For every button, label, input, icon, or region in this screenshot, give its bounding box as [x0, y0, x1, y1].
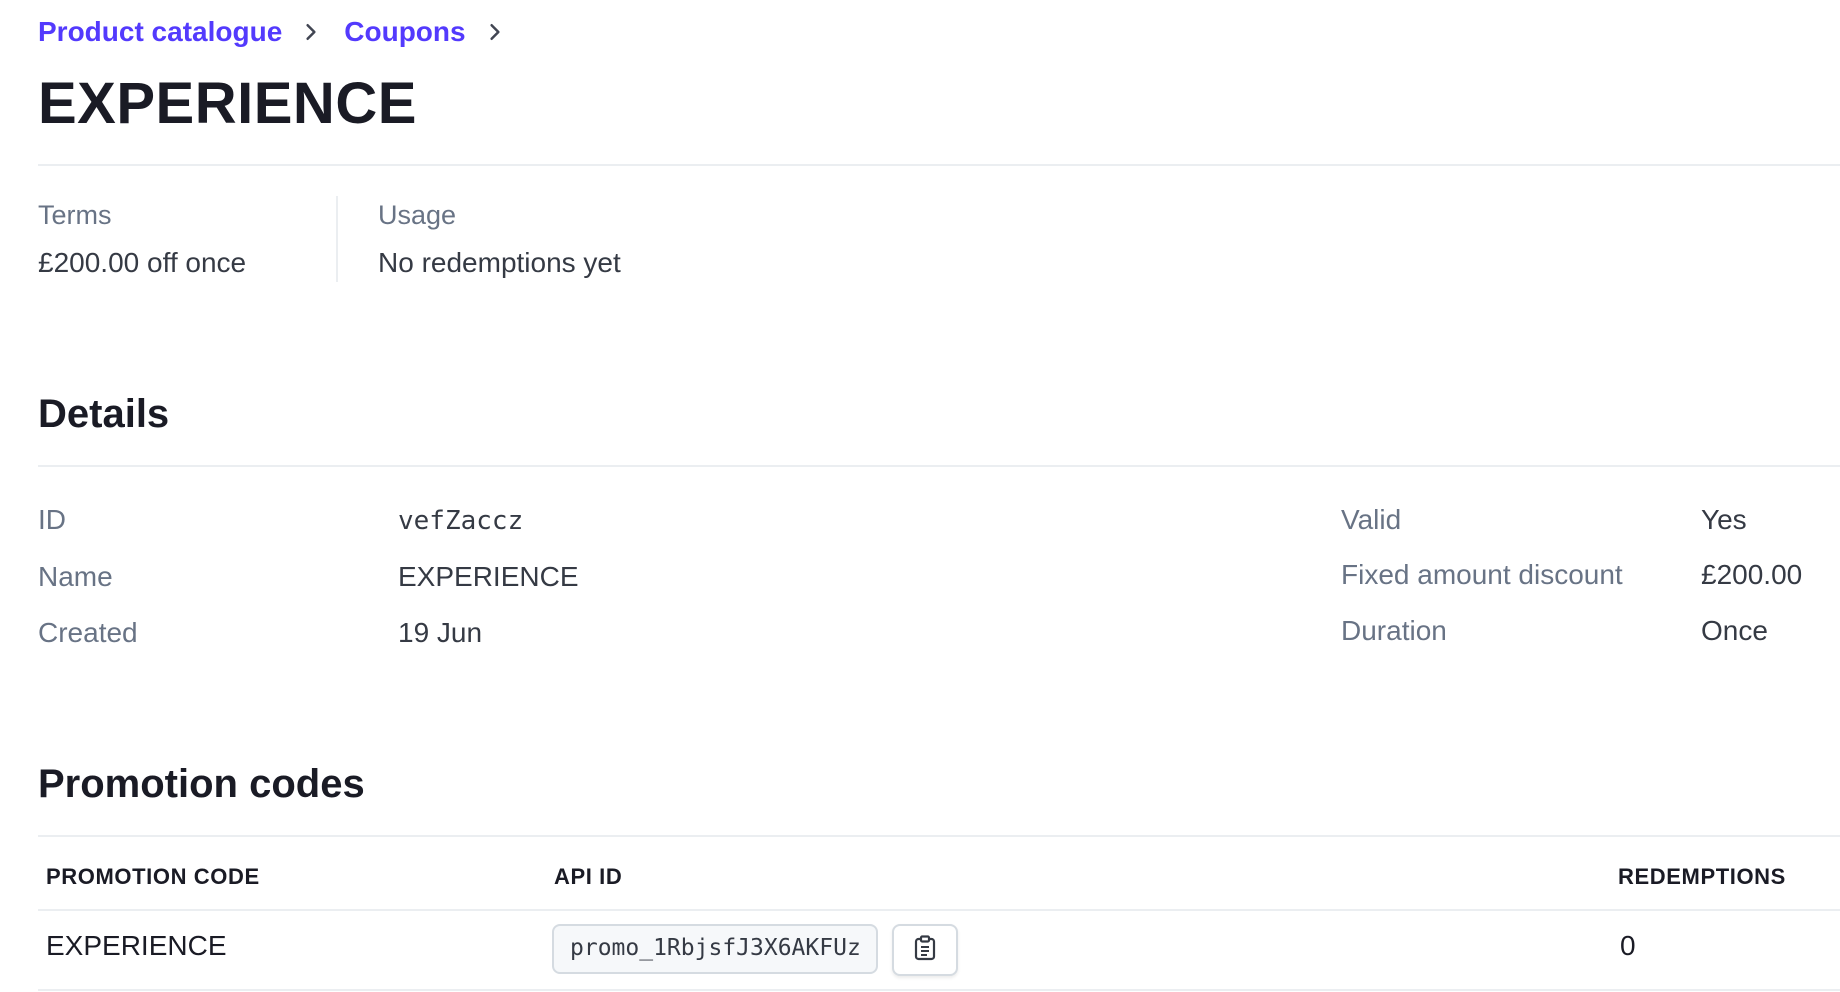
- detail-name-label: Name: [38, 561, 113, 592]
- api-id-field[interactable]: promo_1RbjsfJ3X6AKFUz: [552, 924, 878, 974]
- promotion-code-cell[interactable]: EXPERIENCE: [46, 930, 227, 962]
- detail-fixed-amount-label: Fixed amount discount: [1341, 559, 1623, 590]
- table-header-divider: [38, 909, 1840, 911]
- chevron-right-icon: [302, 23, 320, 41]
- table-row-divider: [38, 989, 1840, 991]
- promotion-codes-divider: [38, 835, 1840, 837]
- details-divider: [38, 465, 1840, 467]
- column-header-promotion-code[interactable]: PROMOTION CODE: [46, 864, 260, 890]
- copy-api-id-button[interactable]: [892, 924, 958, 976]
- coupon-summary: Terms £200.00 off once Usage No redempti…: [38, 196, 661, 282]
- redemptions-cell: 0: [1620, 930, 1636, 961]
- detail-duration-value: Once: [1701, 615, 1768, 646]
- detail-fixed-amount-value: £200.00: [1701, 559, 1803, 590]
- summary-usage: Usage No redemptions yet: [336, 196, 661, 282]
- breadcrumb-coupons[interactable]: Coupons: [344, 16, 465, 48]
- breadcrumb: Product catalogue Coupons: [38, 16, 528, 48]
- coupon-detail-page: Product catalogue Coupons EXPERIENCE Ter…: [0, 0, 1840, 992]
- details-heading: Details: [38, 392, 170, 436]
- header-divider: [38, 164, 1840, 166]
- summary-terms: Terms £200.00 off once: [38, 196, 336, 282]
- detail-valid-value: Yes: [1701, 504, 1747, 535]
- usage-value: No redemptions yet: [378, 247, 621, 278]
- breadcrumb-product-catalogue[interactable]: Product catalogue: [38, 16, 282, 48]
- column-header-api-id[interactable]: API ID: [554, 864, 622, 890]
- terms-value: £200.00 off once: [38, 247, 247, 278]
- page-title: EXPERIENCE: [38, 71, 417, 136]
- promotion-codes-heading: Promotion codes: [38, 762, 365, 806]
- clipboard-icon: [913, 934, 937, 966]
- detail-created-value: 19 Jun: [398, 617, 483, 648]
- chevron-right-icon: [486, 23, 504, 41]
- detail-valid-label: Valid: [1341, 504, 1402, 535]
- terms-label: Terms: [38, 200, 112, 230]
- detail-duration-label: Duration: [1341, 615, 1447, 646]
- detail-id-label: ID: [38, 504, 66, 535]
- column-header-redemptions[interactable]: REDEMPTIONS: [1618, 864, 1786, 890]
- detail-created-label: Created: [38, 617, 138, 648]
- detail-id-value[interactable]: vefZaccz: [398, 501, 523, 541]
- usage-label: Usage: [378, 200, 457, 230]
- detail-name-value: EXPERIENCE: [398, 561, 579, 592]
